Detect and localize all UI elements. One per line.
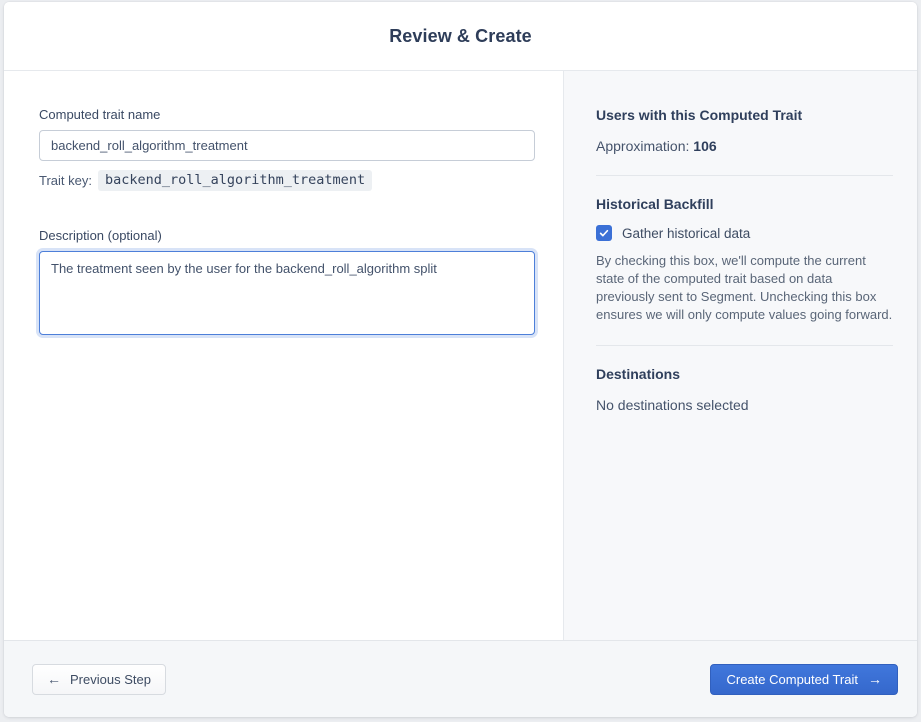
arrow-right-icon: → (868, 671, 882, 687)
trait-name-label: Computed trait name (39, 107, 161, 122)
create-computed-trait-button[interactable]: Create Computed Trait → (710, 663, 898, 695)
previous-step-label: Previous Step (70, 671, 151, 687)
review-create-card: Review & Create Computed trait name Trai… (4, 2, 917, 717)
gather-historical-checkbox-row[interactable]: Gather historical data (596, 225, 893, 241)
description-textarea[interactable]: The treatment seen by the user for the b… (39, 251, 535, 335)
gather-historical-label: Gather historical data (622, 225, 751, 241)
previous-step-button[interactable]: ← Previous Step (32, 663, 166, 695)
divider (596, 345, 893, 346)
summary-sidebar: Users with this Computed Trait Approxima… (563, 71, 917, 640)
destinations-empty-text: No destinations selected (596, 397, 749, 413)
trait-form-panel: Computed trait name Trait key: backend_r… (4, 71, 563, 640)
footer-actions: ← Previous Step Create Computed Trait → (4, 640, 917, 717)
backfill-description: By checking this box, we'll compute the … (596, 253, 893, 322)
description-label: Description (optional) (39, 228, 162, 243)
create-computed-trait-label: Create Computed Trait (726, 671, 858, 687)
users-heading: Users with this Computed Trait (596, 107, 803, 123)
trait-key-label: Trait key: (39, 173, 92, 188)
divider (596, 175, 893, 176)
backfill-heading: Historical Backfill (596, 196, 714, 212)
page-title: Review & Create (389, 25, 532, 46)
approximation-label: Approximation: (596, 138, 694, 154)
checkbox-checked-icon[interactable] (596, 225, 612, 241)
trait-key-badge: backend_roll_algorithm_treatment (97, 170, 373, 191)
destinations-heading: Destinations (596, 366, 681, 382)
header: Review & Create (4, 2, 917, 71)
approximation-text: Approximation: 106 (596, 138, 893, 154)
trait-key-row: Trait key: backend_roll_algorithm_treatm… (39, 170, 535, 191)
trait-name-input[interactable] (39, 130, 535, 161)
content-row: Computed trait name Trait key: backend_r… (4, 71, 917, 640)
arrow-left-icon: ← (47, 671, 61, 687)
approximation-value: 106 (693, 138, 717, 154)
